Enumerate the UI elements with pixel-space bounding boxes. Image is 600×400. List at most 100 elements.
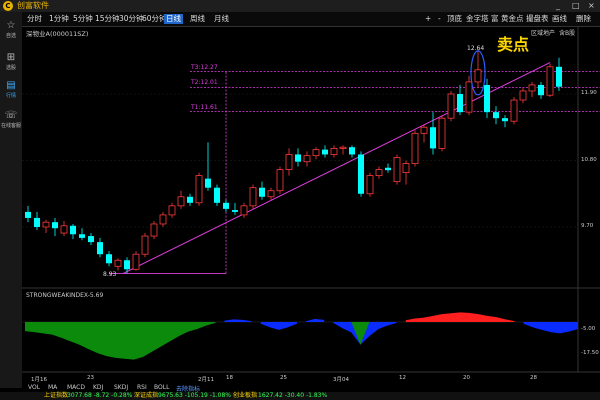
candle-body: [393, 157, 401, 183]
candle-body: [240, 205, 248, 216]
low-price-label: 8.93: [103, 270, 117, 278]
indicator-tab-ma[interactable]: MA: [48, 384, 57, 391]
candle-body: [177, 196, 185, 207]
candle-body: [124, 260, 130, 270]
candle-body: [366, 175, 374, 195]
candle-body: [295, 154, 301, 162]
target-level-t1: T1:11.61: [191, 103, 218, 111]
index-sz-label: 深证成指: [134, 392, 159, 399]
candle-body: [339, 146, 347, 149]
candle-body: [141, 235, 149, 255]
candle-body: [322, 149, 328, 155]
indicator-area: [25, 322, 216, 360]
price-chart[interactable]: [0, 0, 600, 400]
candle-body: [438, 117, 446, 149]
candle-body: [168, 205, 176, 216]
candle-body: [502, 118, 508, 122]
indicator-area: [405, 312, 515, 322]
price-axis-label: 11.90: [581, 90, 597, 96]
candle-body: [510, 99, 518, 122]
candle-body: [303, 155, 311, 163]
indicator-area: [523, 322, 578, 334]
index-sh-value: 3077.68 -8.72 -0.28%: [67, 392, 133, 399]
candle-body: [223, 202, 229, 209]
indicator-tab-rsi[interactable]: RSI: [137, 384, 147, 391]
date-label: 2月11: [198, 377, 214, 383]
candle-body: [447, 93, 455, 119]
candle-body: [88, 236, 94, 243]
indicator-tab-vol[interactable]: VOL: [28, 384, 40, 391]
status-bar: 上证指数 3077.68 -8.72 -0.28% 深证成指 9675.63 -…: [0, 392, 600, 400]
date-label: 3月04: [333, 377, 349, 383]
candle-body: [42, 221, 50, 228]
index-cyb-value: 1627.42 -30.40 -1.83%: [258, 392, 328, 399]
candle-body: [349, 147, 355, 155]
candle-body: [285, 154, 293, 170]
indicator-area: [306, 318, 325, 322]
candle-body: [70, 225, 76, 235]
date-label: 12: [399, 375, 406, 381]
price-axis-label: 10.80: [581, 156, 597, 163]
candle-body: [465, 81, 473, 113]
price-axis-label: 9.70: [581, 223, 594, 229]
sell-signal-label: 卖点: [497, 35, 530, 54]
candle-body: [493, 112, 499, 119]
candle-body: [214, 187, 220, 203]
target-level-t3: T3:12.27: [191, 63, 218, 71]
candle-body: [249, 187, 257, 207]
indicator-tab-macd[interactable]: MACD: [67, 384, 85, 391]
candle-body: [484, 84, 490, 113]
index-sz-value: 9675.63 -105.19 -1.08%: [158, 392, 232, 399]
date-label: 28: [530, 375, 537, 381]
candle-body: [430, 127, 436, 149]
candle-body: [132, 253, 140, 270]
candle-body: [205, 178, 211, 188]
indicator-axis-label: -5.00: [581, 326, 596, 332]
candle-body: [267, 190, 275, 198]
candle-body: [195, 175, 203, 204]
candle-body: [60, 225, 68, 234]
candle-body: [420, 126, 428, 134]
candle-body: [538, 84, 544, 96]
candle-body: [402, 163, 410, 173]
candle-body: [474, 69, 482, 83]
indicator-area: [224, 319, 252, 322]
peak-price-label: 12.64: [467, 45, 485, 52]
candle-body: [150, 223, 158, 237]
candle-body: [358, 154, 364, 194]
date-label: 1月16: [31, 377, 47, 383]
candle-body: [457, 94, 463, 113]
candle-body: [52, 222, 58, 229]
candle-body: [330, 148, 338, 155]
candle-body: [25, 211, 31, 218]
candle-body: [312, 149, 320, 157]
candle-body: [259, 187, 265, 197]
candle-body: [106, 254, 112, 264]
candle-body: [34, 217, 40, 227]
candle-body: [556, 66, 562, 87]
candle-body: [159, 214, 167, 225]
index-cyb-label: 创业板指: [233, 392, 258, 399]
candle-body: [411, 132, 419, 164]
indicator-axis-label: -17.50: [581, 350, 599, 356]
date-label: 25: [280, 375, 287, 381]
candle-body: [385, 167, 391, 171]
date-label: 20: [463, 375, 470, 381]
candle-body: [546, 66, 554, 96]
candle-body: [528, 84, 536, 92]
candle-body: [276, 169, 284, 192]
candle-body: [79, 234, 85, 238]
candle-body: [232, 210, 238, 212]
candle-body: [187, 196, 193, 203]
date-label: 18: [226, 375, 233, 381]
indicator-area: [260, 322, 297, 330]
candle-body: [519, 90, 527, 101]
index-sh-label: 上证指数: [44, 392, 69, 399]
indicator-tab-boll[interactable]: BOLL: [154, 384, 169, 391]
indicator-tab-kdj[interactable]: KDJ: [93, 384, 103, 391]
candle-body: [114, 259, 122, 267]
indicator-tab-skdj[interactable]: SKDJ: [114, 384, 128, 391]
indicator-title: STRONGWEAKINDEX-5.69: [26, 292, 104, 299]
candle-body: [375, 169, 383, 177]
target-level-t2: T2:12.01: [191, 79, 218, 87]
